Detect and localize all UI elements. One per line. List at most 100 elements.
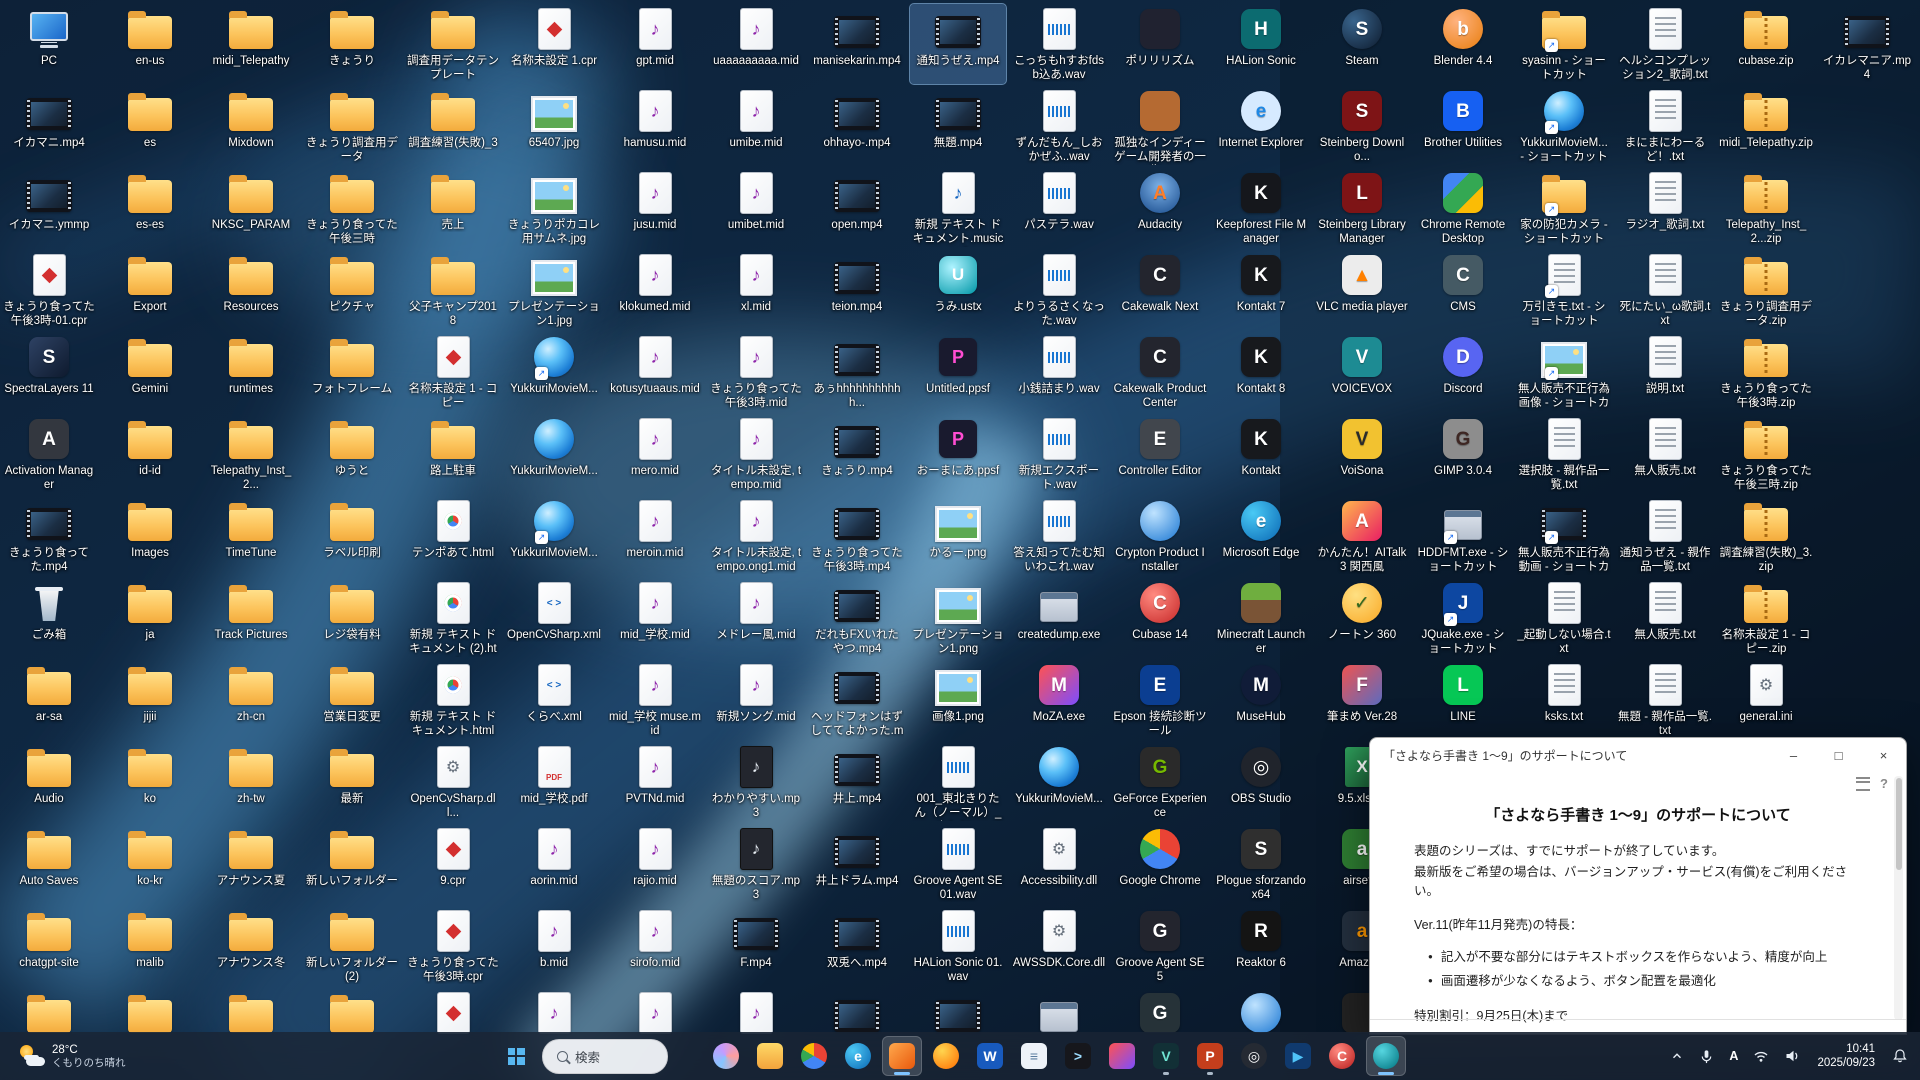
desktop-icon[interactable]: es-es [102,168,198,248]
taskbar-voicevox[interactable]: V [1146,1036,1186,1076]
desktop-icon[interactable]: 無人販売.txt [1617,578,1713,658]
desktop-icon[interactable]: メドレー風.mid [708,578,804,658]
desktop-icon[interactable]: general.ini [1718,660,1814,740]
desktop-icon[interactable]: jijii [102,660,198,740]
desktop-icon[interactable]: meroin.mid [607,496,703,576]
desktop-icon[interactable]: EController Editor [1112,414,1208,494]
desktop-icon[interactable]: F筆まめ Ver.28 [1314,660,1410,740]
desktop-icon[interactable]: タイトル未設定, tempo.ong1.mid [708,496,804,576]
taskbar-firefox[interactable] [926,1036,966,1076]
desktop-icon[interactable]: ◎OBS Studio [1213,742,1309,822]
desktop-icon[interactable]: きょうり食ってた午後3時.cpr [405,906,501,986]
desktop-icon[interactable]: CCubase 14 [1112,578,1208,658]
desktop-icon[interactable]: ↗無人販売不正行為 画像 - ショートカット [1516,332,1612,412]
desktop-icon[interactable]: 新規ソング.mid [708,660,804,740]
desktop-icon[interactable]: 最新 [304,742,400,822]
desktop-icon[interactable]: イカマニ.mp4 [1,86,97,166]
desktop-icon[interactable]: ヘッドフォンはずしててよかった.mp4 [809,660,905,740]
desktop-icon[interactable]: ピクチャ [304,250,400,330]
desktop-icon[interactable]: klokumed.mid [607,250,703,330]
taskbar-media-tool[interactable] [1102,1036,1142,1076]
desktop-icon[interactable]: 選択肢 - 親作品一覧.txt [1516,414,1612,494]
desktop-icon[interactable]: イカレマニア.mp4 [1819,4,1915,84]
desktop-icon[interactable]: LSteinberg Library Manager [1314,168,1410,248]
desktop-icon[interactable]: ↗HDDFMT.exe - ショートカット [1415,496,1511,576]
desktop-icon[interactable]: AAudacity [1112,168,1208,248]
desktop-icon[interactable]: J↗JQuake.exe - ショートカット [1415,578,1511,658]
desktop-icon[interactable]: Chrome Remote Desktop [1415,168,1511,248]
desktop-icon[interactable]: おーまにあ.ppsf [910,414,1006,494]
desktop-icon[interactable]: Telepathy_Inst_2... [203,414,299,494]
desktop-icon[interactable]: AWSSDK.Core.dll [1011,906,1107,986]
desktop-icon[interactable]: F.mp4 [708,906,804,986]
desktop-icon[interactable]: Auto Saves [1,824,97,904]
desktop-icon[interactable]: きょうり [304,4,400,84]
desktop-icon[interactable]: きょうり食ってた午後三時 [304,168,400,248]
desktop-icon[interactable]: 孤独なインディーゲーム開発者の一生... [1112,86,1208,166]
desktop-icon[interactable]: KKontakt 7 [1213,250,1309,330]
desktop-icon[interactable]: ラジオ_歌詞.txt [1617,168,1713,248]
desktop-icon[interactable]: 新しいフォルダー [304,824,400,904]
desktop-icon[interactable]: 答え知ってたむ知いわこれ.wav [1011,496,1107,576]
desktop-icon[interactable]: SSpectraLayers 11 [1,332,97,412]
desktop-icon[interactable]: 路上駐車 [405,414,501,494]
desktop-icon[interactable]: ヘルシコンプレッション2_歌詞.txt [1617,4,1713,84]
taskbar-teal-app[interactable] [1366,1036,1406,1076]
desktop-icon[interactable]: まにまにわーるど！.txt [1617,86,1713,166]
desktop-icon[interactable]: HHALion Sonic [1213,4,1309,84]
desktop-icon[interactable]: mid_学校.pdf [506,742,602,822]
desktop-icon[interactable]: teion.mp4 [809,250,905,330]
desktop-icon[interactable]: YukkuriMovieM... [1011,742,1107,822]
desktop-icon[interactable]: en-us [102,4,198,84]
desktop-icon[interactable]: gpt.mid [607,4,703,84]
desktop-icon[interactable]: ↗YukkuriMovieM... [506,496,602,576]
wifi-icon[interactable] [1747,1036,1775,1076]
desktop-icon[interactable]: BBrother Utilities [1415,86,1511,166]
desktop-icon[interactable]: PVTNd.mid [607,742,703,822]
desktop-icon[interactable]: chatgpt-site [1,906,97,986]
desktop-icon[interactable]: uaaaaaaaaa.mid [708,4,804,84]
desktop-icon[interactable]: MMuseHub [1213,660,1309,740]
taskbar-obs[interactable]: ◎ [1234,1036,1274,1076]
desktop-icon[interactable]: manisekarin.mp4 [809,4,905,84]
desktop-icon[interactable]: umibe.mid [708,86,804,166]
desktop-icon[interactable]: Aかんたん！AITalk 3 関西風 [1314,496,1410,576]
desktop-icon[interactable]: こっちもhすおfdsb込あ.wav [1011,4,1107,84]
desktop-icon[interactable]: 双兎へ.mp4 [809,906,905,986]
desktop-icon[interactable]: ゆうと [304,414,400,494]
desktop-icon[interactable]: Images [102,496,198,576]
taskbar-powerpoint[interactable]: P [1190,1036,1230,1076]
desktop-icon[interactable]: きょうりポカコレ用サムネ.jpg [506,168,602,248]
desktop-icon[interactable]: 新規 テキスト ドキュメント.html [405,660,501,740]
desktop-icon[interactable]: 調査用データテンプレート [405,4,501,84]
desktop-icon[interactable]: Untitled.ppsf [910,332,1006,412]
desktop-icon[interactable]: AActivation Manager [1,414,97,494]
desktop-icon[interactable]: es [102,86,198,166]
desktop-icon[interactable]: Resources [203,250,299,330]
desktop-icon[interactable]: Minecraft Launcher [1213,578,1309,658]
desktop-icon[interactable]: Groove Agent SE 01.wav [910,824,1006,904]
desktop-icon[interactable]: ksks.txt [1516,660,1612,740]
desktop-icon[interactable]: きょうり食ってた午後3時.zip [1718,332,1814,412]
desktop-icon[interactable]: わかりやすい.mp3 [708,742,804,822]
desktop-icon[interactable]: 無題 - 親作品一覧.txt [1617,660,1713,740]
desktop-icon[interactable]: b.mid [506,906,602,986]
desktop-icon[interactable]: 説明.txt [1617,332,1713,412]
desktop-icon[interactable]: フォトフレーム [304,332,400,412]
desktop-icon[interactable]: KKontakt 8 [1213,332,1309,412]
desktop-icon[interactable]: hamusu.mid [607,86,703,166]
desktop-icon[interactable]: ↗YukkuriMovieM... - ショートカット [1516,86,1612,166]
desktop-icon[interactable]: 父子キャンプ2018 [405,250,501,330]
desktop-icon[interactable]: MMoZA.exe [1011,660,1107,740]
tray-chevron-up-icon[interactable] [1664,1036,1690,1076]
dialog-scrollbar[interactable] [1894,776,1903,1020]
desktop-icon[interactable]: ja [102,578,198,658]
clock[interactable]: 10:41 2025/09/23 [1809,1042,1883,1070]
desktop-icon[interactable]: アナウンス冬 [203,906,299,986]
desktop-icon[interactable]: zh-cn [203,660,299,740]
desktop-icon[interactable]: 001_東北きりたん（ノーマル）_少しヤ... [910,742,1006,822]
taskbar-copilot[interactable] [706,1036,746,1076]
desktop-icon[interactable]: jusu.mid [607,168,703,248]
desktop-icon[interactable]: かるー.png [910,496,1006,576]
desktop-icon[interactable]: VVoiSona [1314,414,1410,494]
